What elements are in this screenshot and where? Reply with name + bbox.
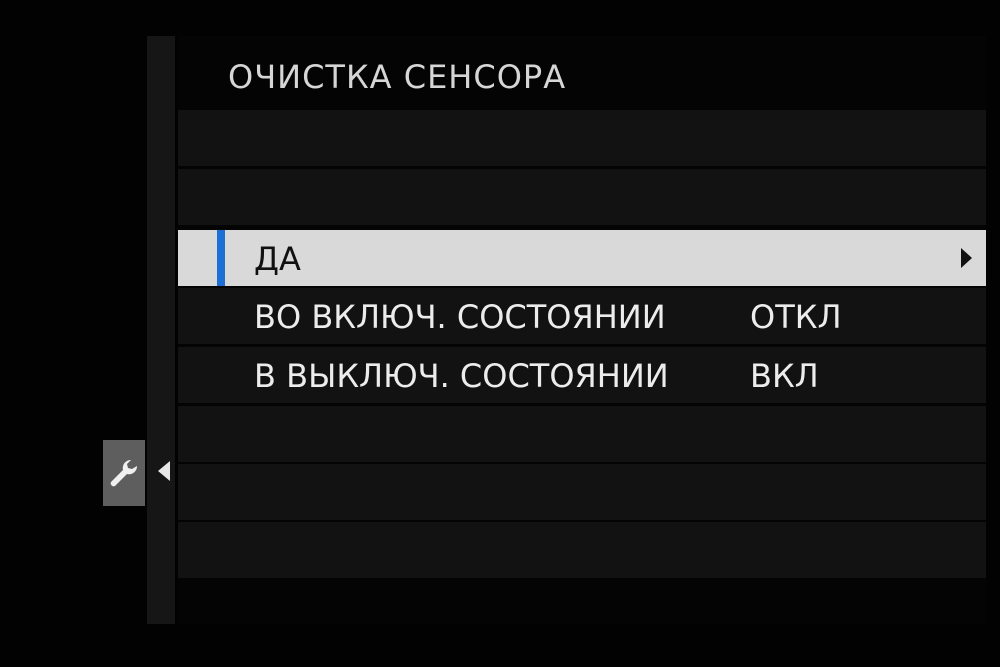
menu-item-label: ДА [254,240,301,278]
empty-row [178,406,986,462]
active-tab-indicator-arrow-icon [158,461,170,481]
menu-item-value: ОТКЛ [750,298,842,336]
menu-title: ОЧИСТКА СЕНСОРА [228,58,567,96]
selection-accent-bar [217,230,225,286]
wrench-icon [110,459,138,487]
menu-item-value: ВКЛ [750,357,819,395]
menu-item-label: В ВЫКЛЮЧ. СОСТОЯНИИ [254,357,669,395]
empty-row [178,464,986,520]
menu-item-when-off[interactable]: В ВЫКЛЮЧ. СОСТОЯНИИ ВКЛ [178,347,986,403]
menu-tab-strip [147,36,175,624]
menu-item-yes[interactable]: ДА [178,230,986,286]
submenu-arrow-icon [961,248,972,268]
empty-row [178,522,986,578]
menu-item-label: ВО ВКЛЮЧ. СОСТОЯНИИ [254,298,666,336]
menu-item-when-on[interactable]: ВО ВКЛЮЧ. СОСТОЯНИИ ОТКЛ [178,288,986,344]
empty-row [178,110,986,166]
empty-row [178,169,986,225]
setup-tab[interactable] [103,440,145,506]
camera-menu-screen: ОЧИСТКА СЕНСОРА ДА ВО ВКЛЮЧ. СОСТОЯНИИ О… [0,0,1000,667]
